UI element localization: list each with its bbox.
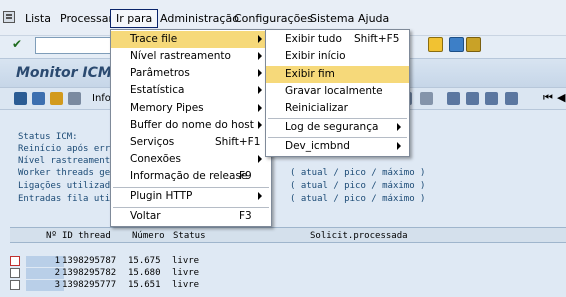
first-page-icon[interactable]: ⏮	[543, 91, 553, 105]
row-number: 3	[26, 280, 64, 291]
worker-threads-values: ( atual / pico / máximo )	[290, 168, 426, 178]
table-row[interactable]: 3 1398295777 15.651 livre	[10, 280, 566, 291]
menu-item-connections[interactable]: Conexões	[111, 151, 271, 168]
col-number[interactable]: Nº	[46, 231, 57, 241]
menu-item-statistics[interactable]: Estatística	[111, 82, 271, 99]
row-select-checkbox[interactable]	[10, 280, 20, 290]
submenu-arrow-icon	[258, 86, 262, 94]
status-cell: livre	[172, 280, 200, 290]
filter-icon[interactable]	[485, 92, 498, 105]
status-cell: livre	[172, 256, 200, 266]
menu-item-back[interactable]: Voltar F3	[111, 208, 271, 225]
submenu-arrow-icon	[258, 52, 262, 60]
customize-icon[interactable]	[466, 37, 481, 52]
menu-item-reset[interactable]: Reinicializar	[266, 100, 409, 117]
goto-dropdown-menu: Trace file Nível rastreamento Parâmetros…	[110, 29, 272, 227]
trace-file-submenu: Exibir tudo Shift+F5 Exibir início Exibi…	[265, 29, 410, 157]
find-icon[interactable]	[420, 92, 433, 105]
thread-table-header: Nº ID thread Número Status Solicit.proce…	[10, 227, 566, 243]
submenu-arrow-icon	[258, 104, 262, 112]
print-icon[interactable]	[68, 92, 81, 105]
menu-item-dev-icmbnd[interactable]: Dev_icmbnd	[266, 138, 409, 155]
shortcut-label: F9	[239, 170, 252, 182]
shortcut-label: Shift+F5	[354, 33, 400, 45]
layout-grid-icon[interactable]	[447, 92, 460, 105]
status-label: Status ICM:	[18, 132, 78, 142]
menu-lista[interactable]: Lista	[25, 12, 51, 25]
count-cell: 15.675	[128, 256, 161, 266]
system-menu-icon[interactable]	[3, 11, 15, 23]
thread-id-cell: 1398295782	[62, 268, 117, 278]
row-number: 2	[26, 268, 64, 279]
menu-ir-para[interactable]: Ir para	[110, 9, 159, 28]
table-row[interactable]: 1 1398295787 15.675 livre	[10, 256, 566, 267]
thread-id-cell: 1398295787	[62, 256, 117, 266]
previous-page-icon[interactable]: ◀	[557, 91, 565, 104]
submenu-arrow-icon	[397, 142, 401, 150]
menu-ajuda[interactable]: Ajuda	[358, 12, 389, 25]
submenu-arrow-icon	[258, 69, 262, 77]
count-cell: 15.680	[128, 268, 161, 278]
menu-item-trace-file[interactable]: Trace file	[111, 31, 271, 48]
command-field[interactable]	[35, 37, 111, 54]
status-cell: livre	[172, 268, 200, 278]
menu-item-security-log[interactable]: Log de segurança	[266, 119, 409, 136]
submenu-arrow-icon	[258, 155, 262, 163]
menu-item-release-info[interactable]: Informação de release F9	[111, 168, 271, 185]
menu-item-show-end[interactable]: Exibir fim	[266, 66, 409, 83]
row-number: 1	[26, 256, 64, 267]
submenu-arrow-icon	[397, 123, 401, 131]
queue-values: ( atual / pico / máximo )	[290, 194, 426, 204]
export-icon[interactable]	[505, 92, 518, 105]
menu-configuracoes[interactable]: Configurações	[234, 12, 313, 25]
menu-item-trace-level[interactable]: Nível rastreamento	[111, 48, 271, 65]
info-button[interactable]: Info	[92, 93, 111, 104]
shortcut-label: F3	[239, 210, 252, 222]
menu-item-parameters[interactable]: Parâmetros	[111, 65, 271, 82]
menu-item-services[interactable]: Serviços Shift+F1	[111, 134, 271, 151]
submenu-arrow-icon	[258, 35, 262, 43]
restart-after-error-label: Reinício após err	[18, 144, 111, 154]
settings-icon[interactable]	[50, 92, 63, 105]
menu-administracao[interactable]: Administração	[160, 12, 239, 25]
menu-item-save-locally[interactable]: Gravar localmente	[266, 83, 409, 100]
menu-item-show-all[interactable]: Exibir tudo Shift+F5	[266, 31, 409, 48]
refresh-icon[interactable]	[14, 92, 27, 105]
col-processed-requests[interactable]: Solicit.processada	[310, 231, 408, 241]
table-row[interactable]: 2 1398295782 15.680 livre	[10, 268, 566, 279]
thread-id-cell: 1398295777	[62, 280, 117, 290]
worker-threads-label: Worker threads ge	[18, 168, 111, 178]
help-icon[interactable]	[449, 37, 464, 52]
count-cell: 15.651	[128, 280, 161, 290]
connections-used-label: Ligações utilizad	[18, 181, 111, 191]
submenu-arrow-icon	[258, 121, 262, 129]
sort-icon[interactable]	[466, 92, 479, 105]
shortcut-label: Shift+F1	[215, 136, 261, 148]
connections-values: ( atual / pico / máximo )	[290, 181, 426, 191]
details-icon[interactable]	[32, 92, 45, 105]
queue-entries-label: Entradas fila uti	[18, 194, 111, 204]
col-count[interactable]: Número	[132, 231, 165, 241]
row-select-checkbox[interactable]	[10, 256, 20, 266]
submenu-arrow-icon	[258, 192, 262, 200]
page-title: Monitor ICM c	[16, 65, 125, 81]
col-thread-id[interactable]: ID thread	[62, 231, 111, 241]
enter-check-icon[interactable]: ✔	[12, 37, 22, 51]
trace-level-label: Nível rastreament	[18, 156, 111, 166]
customize-layout-icon[interactable]	[428, 37, 443, 52]
menu-item-show-start[interactable]: Exibir início	[266, 48, 409, 65]
menu-item-http-plugin[interactable]: Plugin HTTP	[111, 188, 271, 205]
menu-processar[interactable]: Processar	[60, 12, 113, 25]
menu-item-memory-pipes[interactable]: Memory Pipes	[111, 100, 271, 117]
row-select-checkbox[interactable]	[10, 268, 20, 278]
menu-sistema[interactable]: Sistema	[310, 12, 354, 25]
col-status[interactable]: Status	[173, 231, 206, 241]
menu-item-host-name-buffer[interactable]: Buffer do nome do host	[111, 117, 271, 134]
